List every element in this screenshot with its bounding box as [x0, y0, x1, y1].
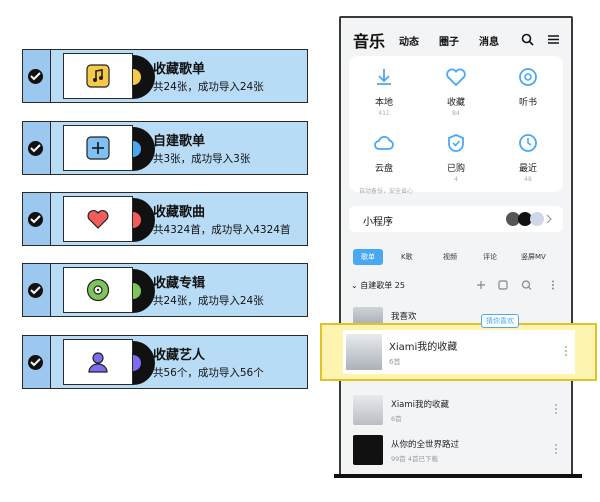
check-icon [28, 283, 43, 298]
mini-program-label: 小程序 [363, 217, 393, 228]
tab-messages[interactable]: 消息 [479, 33, 499, 48]
check-icon [28, 69, 43, 84]
grid-recent[interactable]: 最近 48 [503, 132, 553, 183]
album-cover [63, 267, 133, 313]
top-bar: 音乐 动态 圈子 消息 [341, 18, 571, 58]
tab-feed[interactable]: 动态 [399, 33, 419, 48]
card-title: 收藏艺人 [153, 348, 206, 363]
check-icon [28, 141, 43, 156]
check-icon [28, 212, 43, 227]
mini-program-bar[interactable]: 小程序 [349, 206, 563, 232]
card-title: 收藏歌曲 [153, 205, 206, 220]
subtab-vertical-mv[interactable]: 竖屏MV [521, 252, 546, 262]
mini-program-avatars [506, 212, 552, 226]
more-icon[interactable] [555, 444, 557, 456]
music-note-icon [86, 64, 110, 88]
card-subtitle: 共24张，成功导入24张 [153, 295, 264, 307]
playlist-cover [63, 53, 133, 99]
grid-cloud[interactable]: 云盘 [359, 132, 409, 174]
tab-music[interactable]: 音乐 [353, 28, 385, 52]
subtab-video[interactable]: 视频 [443, 252, 457, 262]
album-disc-icon [86, 278, 110, 302]
subtab-karaoke[interactable]: K歌 [401, 252, 413, 262]
import-card-1: 收藏歌单 共24张，成功导入24张 [22, 49, 308, 103]
playlist-thumbnail [353, 435, 383, 465]
more-icon[interactable] [565, 346, 567, 358]
section-created-playlists[interactable]: ⌄ 自建歌单 25 [351, 280, 405, 291]
import-card-4: 收藏专辑 共24张，成功导入24张 [22, 263, 308, 317]
chevron-down-icon: ⌄ [351, 281, 358, 290]
subtab-playlists[interactable]: 歌单 [353, 249, 383, 265]
heart-outline-icon [446, 68, 466, 87]
content-subtabs: 歌单 K歌 视频 评论 竖屏MV [349, 247, 563, 267]
subtab-comments[interactable]: 评论 [483, 252, 497, 262]
grid-local[interactable]: 本地 411 [359, 66, 409, 117]
playlist-thumbnail [353, 395, 383, 425]
highlighted-playlist-row[interactable]: Xiami我的收藏 6首 [320, 323, 597, 381]
grid-purchased[interactable]: 已购 4 [431, 132, 481, 183]
artist-cover [63, 339, 133, 385]
section-actions [477, 280, 554, 290]
import-card-2: 自建歌单 共3张，成功导入3张 [22, 121, 308, 175]
playlist-cover [63, 196, 133, 242]
cloud-icon [374, 135, 394, 150]
playlist-row-world[interactable]: 从你的全世界路过 99首 4首已下载 [349, 432, 563, 468]
import-card-5: 收藏艺人 共56个，成功导入56个 [22, 335, 308, 389]
playlist-row-xiami[interactable]: Xiami我的收藏 6首 [349, 392, 563, 428]
playlist-title: Xiami我的收藏 [389, 342, 458, 353]
menu-icon[interactable] [547, 33, 560, 46]
import-card-3: 收藏歌曲 共4324首，成功导入4324首 [22, 192, 308, 246]
clock-icon [519, 134, 537, 152]
phone-base-line [334, 474, 582, 478]
card-subtitle: 共4324首，成功导入4324首 [153, 224, 291, 236]
card-title: 收藏专辑 [153, 276, 206, 291]
highlighted-row-content: Xiami我的收藏 6首 [343, 330, 575, 374]
download-icon [377, 69, 391, 85]
playlist-cover [63, 125, 133, 171]
card-subtitle: 共56个，成功导入56个 [153, 367, 264, 379]
check-icon [28, 355, 43, 370]
phone-screen: 音乐 动态 圈子 消息 本地 411 收藏 84 听书 云盘 自动备份，安全省心 [339, 16, 573, 476]
card-title: 收藏歌单 [153, 62, 206, 77]
heart-icon [87, 210, 109, 229]
guess-you-like-badge[interactable]: 猜你喜欢 [481, 314, 519, 328]
audiobook-icon [519, 68, 537, 86]
cloud-description: 自动备份，安全省心 [358, 188, 413, 195]
plus-icon [86, 136, 110, 160]
card-subtitle: 共24张，成功导入24张 [153, 81, 264, 93]
quick-access-panel: 本地 411 收藏 84 听书 云盘 自动备份，安全省心 已购 4 最近 48 [349, 56, 563, 195]
grid-favorites[interactable]: 收藏 84 [431, 66, 481, 117]
more-icon[interactable] [555, 404, 557, 416]
playlist-count: 6首 [389, 358, 401, 366]
person-icon [88, 352, 108, 373]
card-subtitle: 共3张，成功导入3张 [153, 153, 251, 165]
search-icon[interactable] [521, 33, 534, 46]
playlist-thumbnail [346, 334, 382, 370]
grid-audiobook[interactable]: 听书 [503, 66, 553, 110]
purchased-icon [448, 134, 464, 152]
card-title: 自建歌单 [153, 134, 206, 149]
tab-circle[interactable]: 圈子 [439, 33, 459, 48]
